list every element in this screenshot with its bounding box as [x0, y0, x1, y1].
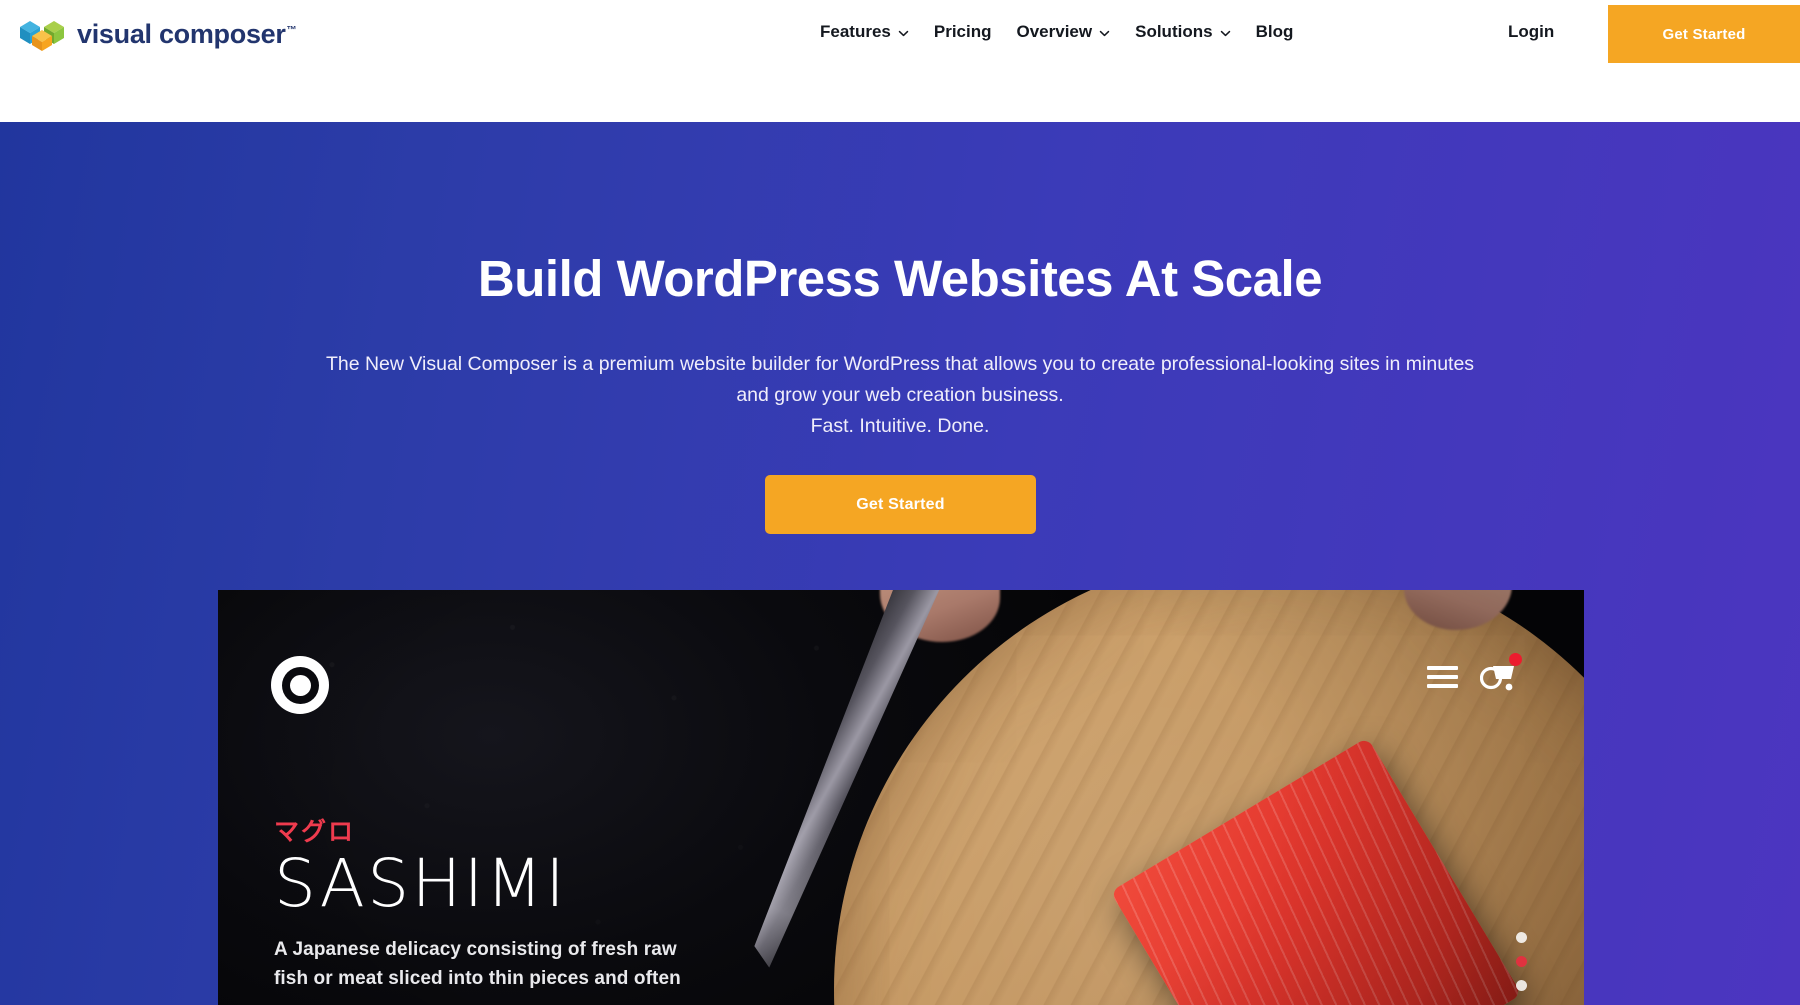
hero-subtitle-line-1: The New Visual Composer is a premium web… [325, 353, 1475, 375]
page-title: Build WordPress Websites At Scale [477, 250, 1323, 307]
nav-item-label: Pricing [933, 22, 992, 41]
chevron-down-icon [1220, 28, 1231, 39]
login-link[interactable]: Login [1508, 18, 1554, 46]
demo-kicker-japanese: マグロ [274, 817, 356, 847]
demo-site-preview[interactable]: マグロ SASHIMI A Japanese delicacy consisti… [218, 590, 1584, 1005]
demo-heading: SASHIMI [274, 845, 568, 923]
main-navigation: Features Pricing Overview Solutions Blog [820, 18, 1293, 46]
trademark-symbol: ™ [286, 24, 297, 36]
brand-wordmark-text: visual composer [77, 18, 286, 49]
hamburger-line [1427, 666, 1458, 670]
hamburger-line [1427, 684, 1458, 688]
nav-item-label: Features [820, 22, 891, 41]
hero-section: Build WordPress Websites At Scale The Ne… [0, 122, 1800, 1005]
nav-item-label: Blog [1255, 22, 1294, 41]
demo-hero-copy: マグロ SASHIMI A Japanese delicacy consisti… [274, 812, 894, 993]
cube-blocks-icon [20, 21, 64, 51]
demo-description: A Japanese delicacy consisting of fresh … [274, 935, 894, 993]
demo-description-line-1: A Japanese delicacy consisting of fresh … [274, 939, 677, 960]
demo-description-line-2: fish or meat sliced into thin pieces and… [274, 968, 681, 989]
slider-dot-1[interactable] [1516, 932, 1527, 943]
hamburger-menu-icon[interactable] [1427, 666, 1458, 688]
hero-get-started-button[interactable]: Get Started [765, 475, 1036, 534]
nav-item-features[interactable]: Features [820, 18, 909, 46]
header-get-started-button[interactable]: Get Started [1608, 5, 1800, 63]
hamburger-line [1427, 675, 1458, 679]
nav-item-overview[interactable]: Overview [1017, 18, 1111, 46]
chevron-down-icon [1099, 28, 1110, 39]
demo-nav-icons [1427, 653, 1522, 694]
nav-item-label: Solutions [1135, 22, 1213, 41]
chevron-down-icon [898, 28, 909, 39]
circle-target-logo-icon[interactable] [271, 656, 329, 714]
logo-inner-ring [281, 666, 319, 704]
logo-inner-dot [289, 674, 311, 696]
cart-notification-badge [1509, 653, 1522, 666]
shopping-cart-icon[interactable] [1480, 653, 1522, 694]
nav-item-blog[interactable]: Blog [1256, 18, 1294, 46]
nav-item-label: Overview [1016, 22, 1093, 41]
hero-subtitle-line-3: Fast. Intuitive. Done. [810, 415, 990, 437]
demo-slider-dots [1516, 932, 1527, 991]
brand-wordmark: visual composer™ [77, 18, 297, 49]
slider-dot-3[interactable] [1516, 980, 1527, 991]
nav-item-solutions[interactable]: Solutions [1135, 18, 1230, 46]
slider-dot-2-active[interactable] [1516, 956, 1527, 967]
brand-logo[interactable]: visual composer™ [18, 14, 297, 54]
hero-subtitle: The New Visual Composer is a premium web… [0, 349, 1800, 442]
hero-subtitle-line-2: and grow your web creation business. [736, 384, 1064, 406]
nav-item-pricing[interactable]: Pricing [934, 18, 992, 46]
site-header: visual composer™ Features Pricing Overvi… [0, 0, 1800, 122]
